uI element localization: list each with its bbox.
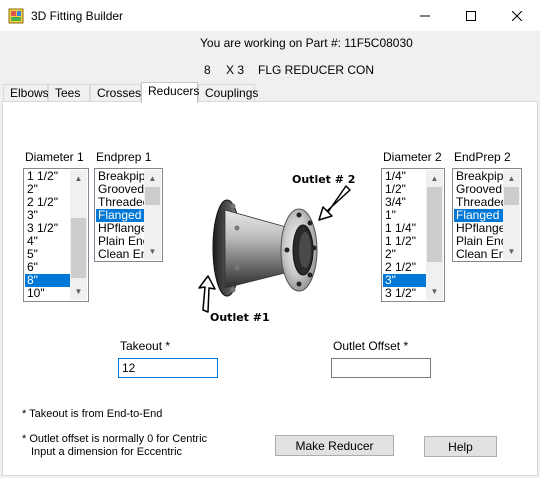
title-bar[interactable]: 3D Fitting Builder (0, 0, 540, 31)
close-icon (512, 10, 522, 21)
list-item[interactable]: 2 1/2" (25, 196, 71, 209)
list-item[interactable]: 3 1/2" (25, 222, 71, 235)
diameter1-label: Diameter 1 (25, 150, 84, 164)
window-title: 3D Fitting Builder (31, 9, 124, 23)
list-item[interactable]: Breakpipe (454, 170, 505, 183)
takeout-input[interactable] (118, 358, 218, 378)
list-item[interactable]: Clean End (454, 248, 505, 261)
list-item[interactable]: 2" (383, 248, 427, 261)
endprep2-items: Breakpipe Grooved Threaded Flanged HPfla… (454, 170, 505, 261)
list-item[interactable]: 1" (383, 209, 427, 222)
diameter1-scrollbar[interactable]: ▲ ▼ (70, 170, 87, 300)
endprep2-scrollbar[interactable]: ▲ ▼ (503, 170, 520, 260)
diameter2-scrollbar[interactable]: ▲ ▼ (426, 170, 443, 300)
list-item[interactable]: Breakpipe (96, 170, 146, 183)
minimize-button[interactable] (402, 0, 448, 31)
part-number-line: You are working on Part #: 11F5C08030 (200, 36, 413, 50)
scroll-thumb[interactable] (145, 187, 160, 205)
scroll-thumb[interactable] (71, 218, 86, 278)
endprep2-label: EndPrep 2 (454, 150, 511, 164)
list-item[interactable]: Grooved (454, 183, 505, 196)
list-item-selected[interactable]: 8" (25, 274, 71, 287)
scroll-thumb[interactable] (504, 187, 519, 205)
make-reducer-button[interactable]: Make Reducer (275, 435, 394, 456)
list-item[interactable]: 5" (25, 248, 71, 261)
diameter2-label: Diameter 2 (383, 150, 442, 164)
help-button[interactable]: Help (424, 436, 497, 457)
tab-crosses[interactable]: Crosses (90, 84, 141, 102)
endprep1-label: Endprep 1 (96, 150, 152, 164)
list-item-selected[interactable]: Flanged (454, 209, 505, 222)
endprep1-list[interactable]: Breakpipe Grooved Threaded Flanged HPfla… (94, 168, 163, 262)
offset-note-line2: Input a dimension for Eccentric (31, 446, 183, 458)
size-a: 8 (204, 63, 211, 77)
list-item[interactable]: HPflanged (454, 222, 505, 235)
scroll-down-icon[interactable]: ▼ (144, 243, 161, 260)
scroll-down-icon[interactable]: ▼ (503, 243, 520, 260)
outlet2-label: Outlet # 2 (292, 173, 356, 186)
list-item[interactable]: Plain End (454, 235, 505, 248)
diameter2-list[interactable]: 1/4" 1/2" 3/4" 1" 1 1/4" 1 1/2" 2" 2 1/2… (381, 168, 445, 302)
list-item[interactable]: Clean End (96, 248, 146, 261)
list-item[interactable]: 1 1/2" (383, 235, 427, 248)
flanged-reducer-diagram (198, 185, 351, 313)
tab-strip: Elbows Tees Crosses Reducers Couplings (0, 82, 540, 103)
list-item[interactable]: 3/4" (383, 196, 427, 209)
minimize-icon (420, 15, 430, 16)
offset-note-line1: * Outlet offset is normally 0 for Centri… (22, 433, 208, 445)
list-item[interactable]: Grooved (96, 183, 146, 196)
scroll-down-icon[interactable]: ▼ (70, 283, 87, 300)
fitting-summary: 8 X 3 FLG REDUCER CON (204, 63, 374, 77)
list-item-selected[interactable]: 3" (383, 274, 427, 287)
outlet1-label: Outlet #1 (210, 311, 270, 324)
endprep1-scrollbar[interactable]: ▲ ▼ (144, 170, 161, 260)
maximize-button[interactable] (448, 0, 494, 31)
list-item[interactable]: 1 1/4" (383, 222, 427, 235)
scroll-up-icon[interactable]: ▲ (503, 170, 520, 187)
list-item[interactable]: 1 1/2" (25, 170, 71, 183)
list-item[interactable]: Threaded (96, 196, 146, 209)
takeout-label: Takeout * (120, 339, 171, 353)
endprep2-list[interactable]: Breakpipe Grooved Threaded Flanged HPfla… (452, 168, 522, 262)
list-item[interactable]: 2 1/2" (383, 261, 427, 274)
list-item[interactable]: Plain End (96, 235, 146, 248)
list-item[interactable]: 6" (25, 261, 71, 274)
list-item[interactable]: 1/2" (383, 183, 427, 196)
tab-couplings[interactable]: Couplings (198, 84, 258, 102)
outlet-offset-label: Outlet Offset * (333, 339, 409, 353)
scroll-up-icon[interactable]: ▲ (426, 170, 443, 187)
endprep1-items: Breakpipe Grooved Threaded Flanged HPfla… (96, 170, 146, 261)
scroll-up-icon[interactable]: ▲ (144, 170, 161, 187)
scroll-up-icon[interactable]: ▲ (70, 170, 87, 187)
close-button[interactable] (494, 0, 540, 31)
tab-tees[interactable]: Tees (48, 84, 90, 102)
outlet-offset-input[interactable] (331, 358, 431, 378)
list-item[interactable]: HPflanged (96, 222, 146, 235)
list-item[interactable]: 3 1/2" (383, 287, 427, 300)
list-item[interactable]: 3" (25, 209, 71, 222)
maximize-icon (466, 10, 476, 21)
scroll-down-icon[interactable]: ▼ (426, 283, 443, 300)
fitting-name: FLG REDUCER CON (258, 63, 375, 77)
list-item[interactable]: 4" (25, 235, 71, 248)
size-x: X 3 (226, 63, 245, 77)
takeout-note: * Takeout is from End-to-End (22, 408, 163, 420)
tab-elbows[interactable]: Elbows (3, 84, 49, 102)
list-item[interactable]: 10" (25, 287, 71, 300)
diameter1-list[interactable]: 1 1/2" 2" 2 1/2" 3" 3 1/2" 4" 5" 6" 8" 1… (23, 168, 89, 302)
tab-reducers[interactable]: Reducers (141, 82, 199, 103)
list-item[interactable]: 2" (25, 183, 71, 196)
list-item[interactable]: Threaded (454, 196, 505, 209)
list-item[interactable]: 1/4" (383, 170, 427, 183)
diameter2-items: 1/4" 1/2" 3/4" 1" 1 1/4" 1 1/2" 2" 2 1/2… (383, 170, 427, 300)
diameter1-items: 1 1/2" 2" 2 1/2" 3" 3 1/2" 4" 5" 6" 8" 1… (25, 170, 71, 300)
app-icon (8, 8, 24, 24)
list-item-selected[interactable]: Flanged (96, 209, 146, 222)
scroll-thumb[interactable] (427, 187, 442, 262)
